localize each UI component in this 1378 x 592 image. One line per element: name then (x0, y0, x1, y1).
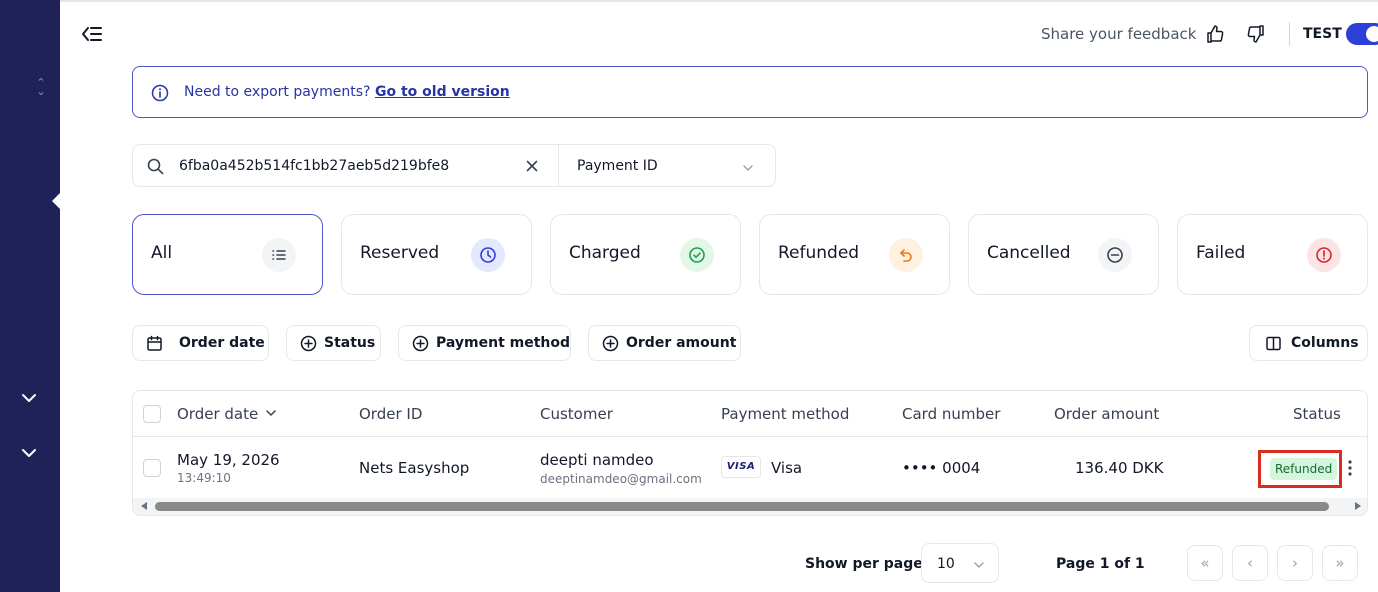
sidebar-active-indicator (52, 192, 61, 210)
previous-page-button[interactable]: ‹ (1232, 545, 1268, 581)
payment-method-filter-button[interactable]: Payment method (398, 325, 571, 361)
chip-label: Columns (1291, 335, 1359, 351)
refund-arrow-icon (889, 238, 923, 272)
status-filter-button[interactable]: Status (286, 325, 381, 361)
row-checkbox[interactable] (143, 459, 161, 477)
visa-logo-icon: VISA (721, 456, 761, 478)
per-page-value: 10 (937, 556, 955, 572)
tab-charged[interactable]: Charged (550, 214, 741, 295)
order-amount: 136.40 DKK (1075, 459, 1164, 477)
columns-icon (1265, 335, 1282, 352)
tab-label: Refunded (778, 243, 860, 263)
card-number: •••• 0004 (902, 459, 981, 477)
alert-circle-icon (1307, 238, 1341, 272)
column-header-payment-method: Payment method (721, 405, 850, 423)
export-info-banner: Need to export payments? Go to old versi… (132, 66, 1368, 118)
test-mode-label: TEST (1303, 26, 1342, 42)
per-page-select[interactable]: 10 (921, 543, 999, 583)
select-all-checkbox[interactable] (143, 405, 161, 423)
sort-chevron-down-icon[interactable] (264, 406, 278, 420)
sidebar-expand-chevron-down-icon[interactable] (20, 444, 38, 462)
sidebar: ⌃ ⌄ (0, 0, 61, 592)
chip-label: Order amount (626, 335, 737, 351)
sidebar-expand-chevron-down-icon[interactable] (20, 389, 38, 407)
customer-name: deepti namdeo (540, 451, 654, 469)
tab-failed[interactable]: Failed (1177, 214, 1368, 295)
scroll-left-arrow-icon[interactable] (141, 502, 147, 510)
column-header-customer: Customer (540, 405, 613, 423)
plus-circle-icon (602, 335, 619, 352)
search-divider (558, 145, 559, 186)
thumbs-down-icon[interactable] (1246, 24, 1266, 44)
first-page-button[interactable]: « (1187, 545, 1223, 581)
order-date: May 19, 2026 (177, 451, 280, 469)
tab-label: Failed (1196, 243, 1246, 263)
tab-label: Charged (569, 243, 641, 263)
plus-circle-icon (412, 335, 429, 352)
test-mode-toggle[interactable] (1346, 23, 1378, 45)
table-header: Order date Order ID Customer Payment met… (133, 391, 1367, 437)
calendar-icon (146, 335, 163, 352)
chevron-down-icon[interactable] (741, 160, 755, 174)
top-border (60, 0, 1378, 2)
feedback-label: Share your feedback (1041, 25, 1197, 43)
payment-search-bar: Payment ID (132, 144, 776, 187)
payment-method: Visa (771, 459, 803, 477)
check-circle-icon (680, 238, 714, 272)
show-per-page-label: Show per page (805, 556, 923, 572)
tab-cancelled[interactable]: Cancelled (968, 214, 1159, 295)
tab-label: Cancelled (987, 243, 1071, 263)
tab-label: Reserved (360, 243, 440, 263)
page-info: Page 1 of 1 (1056, 556, 1145, 572)
chip-label: Order date (179, 335, 265, 351)
row-actions-kebab-icon[interactable] (1343, 458, 1357, 478)
chevron-down-icon (972, 557, 986, 571)
next-page-button[interactable]: › (1277, 545, 1313, 581)
column-header-status: Status (1293, 405, 1341, 423)
scrollbar-thumb[interactable] (155, 502, 1329, 511)
banner-message: Need to export payments? (184, 84, 371, 100)
search-field-select[interactable]: Payment ID (577, 158, 658, 174)
minus-circle-icon (1098, 238, 1132, 272)
search-input[interactable] (179, 155, 509, 177)
tab-refunded[interactable]: Refunded (759, 214, 950, 295)
order-date-filter-button[interactable]: Order date (132, 325, 269, 361)
horizontal-scrollbar[interactable] (133, 498, 1367, 515)
column-header-order-amount: Order amount (1054, 405, 1160, 423)
list-icon (262, 238, 296, 272)
tab-reserved[interactable]: Reserved (341, 214, 532, 295)
info-icon (151, 84, 169, 102)
go-to-old-version-link[interactable]: Go to old version (375, 84, 510, 100)
chip-label: Status (324, 335, 376, 351)
column-header-order-date[interactable]: Order date (177, 405, 278, 423)
column-header-card-number: Card number (902, 405, 1001, 423)
clear-search-icon[interactable] (523, 157, 541, 175)
toggle-knob (1366, 26, 1378, 42)
customer-email: deeptinamdeo@gmail.com (540, 472, 702, 486)
table-row[interactable]: May 19, 2026 13:49:10 Nets Easyshop deep… (133, 438, 1367, 498)
last-page-button[interactable]: » (1322, 545, 1358, 581)
scroll-right-arrow-icon[interactable] (1355, 502, 1361, 510)
order-amount-filter-button[interactable]: Order amount (588, 325, 741, 361)
tab-label: All (151, 243, 173, 263)
app: ⌃ ⌄ Share your feedback TEST Need to expo… (0, 0, 1378, 592)
header-label: Order date (177, 405, 259, 423)
plus-circle-icon (300, 335, 317, 352)
sidebar-switcher-icon[interactable]: ⌃ ⌄ (34, 77, 48, 98)
thumbs-up-icon[interactable] (1205, 24, 1225, 44)
order-id: Nets Easyshop (359, 459, 470, 477)
column-header-order-id: Order ID (359, 405, 423, 423)
columns-button[interactable]: Columns (1249, 325, 1368, 361)
search-icon (147, 158, 164, 175)
collapse-sidebar-icon[interactable] (80, 22, 104, 46)
status-badge: Refunded (1270, 458, 1338, 480)
header-divider (1289, 22, 1290, 46)
clock-icon (471, 238, 505, 272)
order-time: 13:49:10 (177, 471, 231, 485)
chip-label: Payment method (436, 335, 571, 351)
payments-table: Order date Order ID Customer Payment met… (132, 390, 1368, 516)
tab-all[interactable]: All (132, 214, 323, 295)
